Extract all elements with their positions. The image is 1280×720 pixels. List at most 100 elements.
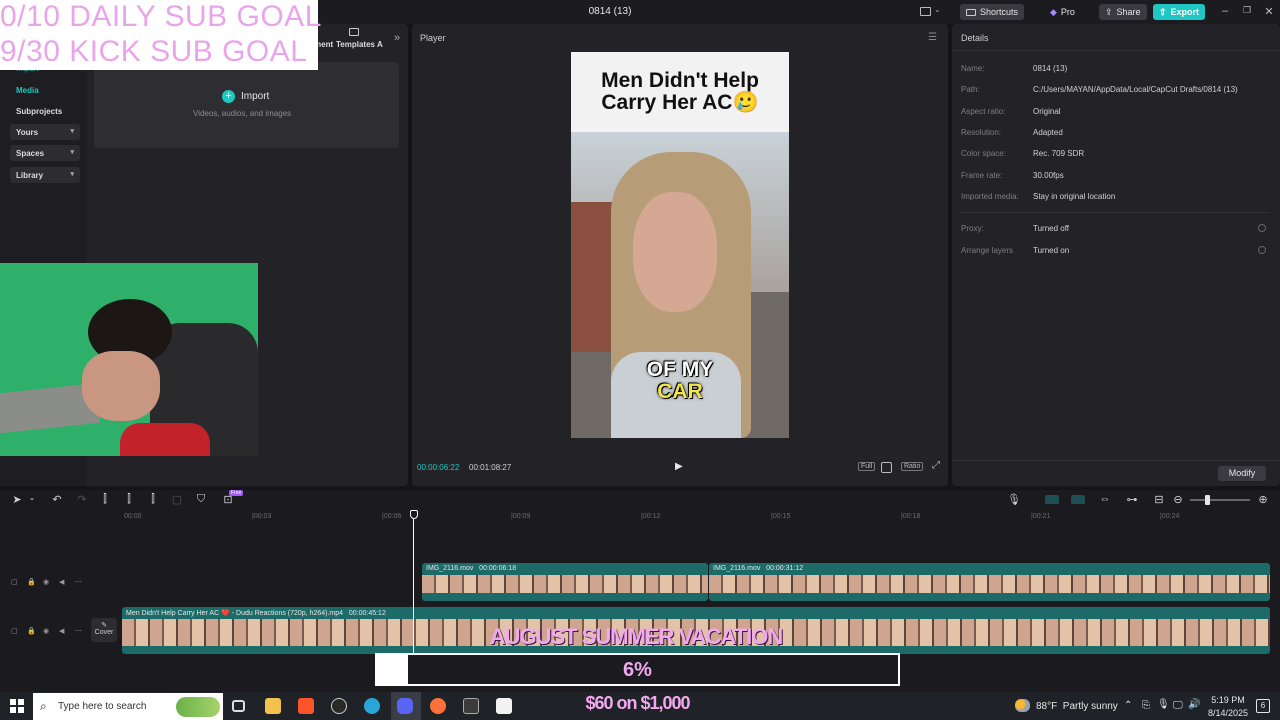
eye-icon[interactable]: ◉ bbox=[43, 627, 49, 635]
select-pointer-icon[interactable]: ➤ bbox=[10, 493, 24, 506]
microphone-icon[interactable]: 🎙 bbox=[1007, 493, 1021, 506]
detail-label: Color space: bbox=[961, 149, 1006, 158]
snapshot-icon[interactable] bbox=[881, 462, 892, 473]
sidebar-item-label: Yours bbox=[16, 127, 39, 137]
brave-icon[interactable] bbox=[298, 698, 314, 714]
chevron-up-icon[interactable]: ⌃ bbox=[1124, 700, 1132, 711]
microphone-icon[interactable]: 🎙 bbox=[1157, 699, 1170, 710]
undo-icon[interactable]: ↶ bbox=[50, 493, 64, 506]
split-right-icon[interactable]: ⫿ bbox=[146, 493, 160, 506]
pro-button[interactable]: ◆ Pro bbox=[1044, 4, 1081, 20]
fit-icon[interactable]: ⊟ bbox=[1152, 493, 1166, 506]
marker-icon[interactable]: ⛉ bbox=[194, 493, 208, 506]
zoom-slider-handle[interactable] bbox=[1205, 495, 1210, 505]
full-button[interactable]: Full bbox=[858, 462, 876, 471]
modify-button[interactable]: Modify bbox=[1218, 466, 1266, 481]
detail-label: Proxy: bbox=[961, 224, 984, 233]
weather-text[interactable]: 88°F Partly sunny bbox=[1036, 701, 1118, 712]
progress-bar-fill bbox=[377, 655, 408, 684]
caption-line2: CAR bbox=[657, 380, 703, 403]
clock-time[interactable]: 5:19 PM bbox=[1208, 695, 1248, 705]
more-icon[interactable]: ⋯ bbox=[75, 627, 82, 635]
weather-icon[interactable] bbox=[1015, 699, 1030, 712]
info-icon[interactable] bbox=[1258, 246, 1266, 254]
sidebar-item-library[interactable]: Library ▾ bbox=[10, 167, 80, 183]
redo-icon[interactable]: ↷ bbox=[75, 493, 89, 506]
detail-label: Frame rate: bbox=[961, 171, 1003, 180]
sidebar-item-label: Library bbox=[16, 170, 44, 180]
delete-icon[interactable]: ▢ bbox=[170, 493, 184, 506]
start-icon[interactable] bbox=[10, 699, 24, 713]
volume-icon[interactable]: 🔊 bbox=[1188, 699, 1200, 710]
restore-icon[interactable]: ❐ bbox=[1240, 5, 1254, 16]
capcut-icon[interactable] bbox=[496, 698, 512, 714]
play-icon[interactable]: ▶ bbox=[675, 461, 683, 472]
ruler-tick: |00:15 bbox=[771, 513, 791, 520]
menu-icon[interactable]: ☰ bbox=[928, 32, 937, 43]
video-title-text: Men Didn't Help Carry Her AC🥲 bbox=[601, 69, 759, 114]
shortcuts-button[interactable]: Shortcuts bbox=[960, 4, 1025, 20]
progress-banner: AUGUST SUMMER VACATION bbox=[489, 624, 784, 649]
more-icon[interactable]: ⋯ bbox=[75, 578, 82, 586]
lock-icon[interactable]: 🔒 bbox=[27, 578, 36, 586]
detail-value: Turned off bbox=[1033, 224, 1070, 233]
audio-icon[interactable]: ◀ bbox=[59, 578, 64, 586]
track-lock-icon[interactable]: ▢ bbox=[11, 578, 18, 586]
sidebar-item-label: Subprojects bbox=[16, 106, 63, 116]
obs-icon[interactable] bbox=[463, 698, 479, 714]
detail-value: Original bbox=[1033, 107, 1061, 116]
lock-icon[interactable]: 🔒 bbox=[27, 627, 36, 635]
sidebar-item-subprojects[interactable]: Subprojects bbox=[10, 103, 80, 119]
chevron-down-icon[interactable]: ⌄ bbox=[934, 5, 941, 14]
cover-button[interactable]: ✎ Cover bbox=[91, 618, 117, 642]
plus-icon: + bbox=[222, 90, 235, 103]
discord-icon[interactable] bbox=[397, 698, 413, 714]
split-icon[interactable]: ⫿ bbox=[98, 493, 112, 506]
video-preview[interactable]: Men Didn't Help Carry Her AC🥲 OF MY CAR bbox=[571, 52, 789, 438]
usb-icon[interactable]: ⎘ bbox=[1142, 700, 1150, 711]
magnet-toggle-icon[interactable] bbox=[1071, 495, 1085, 504]
edge-icon[interactable] bbox=[364, 698, 380, 714]
task-view-icon[interactable] bbox=[232, 700, 245, 712]
fullscreen-icon[interactable]: ⤢ bbox=[932, 460, 940, 471]
import-dropzone[interactable] bbox=[94, 62, 399, 148]
timeline-clip[interactable]: IMG_2116.mov 00:00:31:12 bbox=[709, 563, 1270, 601]
sidebar-item-media[interactable]: Media bbox=[10, 82, 80, 98]
notification-icon[interactable]: 6 bbox=[1256, 699, 1270, 713]
link-icon[interactable]: ⇔ bbox=[1098, 493, 1112, 505]
tab-templates[interactable]: Templates bbox=[336, 40, 375, 49]
search-placeholder: Type here to search bbox=[58, 701, 147, 712]
eye-icon[interactable]: ◉ bbox=[43, 578, 49, 586]
clock-date[interactable]: 8/14/2025 bbox=[1204, 708, 1252, 718]
zoom-slider[interactable] bbox=[1190, 499, 1250, 501]
ratio-button[interactable]: Ratio bbox=[901, 462, 924, 471]
firefox-icon[interactable] bbox=[430, 698, 446, 714]
ruler-tick: 00:00 bbox=[124, 513, 142, 520]
sidebar-item-spaces[interactable]: Spaces ▾ bbox=[10, 145, 80, 161]
link-toggle-icon[interactable] bbox=[1045, 495, 1059, 504]
caption-line1: OF MY bbox=[646, 358, 714, 381]
chatgpt-icon[interactable] bbox=[331, 698, 347, 714]
file-explorer-icon[interactable] bbox=[265, 698, 281, 714]
progress-percent: 6% bbox=[623, 659, 652, 681]
timeline-clip[interactable]: IMG_2116.mov 00:00:06:18 bbox=[422, 563, 708, 601]
expand-tabs-icon[interactable]: » bbox=[394, 32, 400, 44]
clip-label: IMG_2116.mov 00:00:06:18 bbox=[426, 565, 517, 572]
split-left-icon[interactable]: ⫿ bbox=[122, 493, 136, 506]
zoom-in-icon[interactable]: ⊕ bbox=[1256, 493, 1270, 506]
track-lock-icon[interactable]: ▢ bbox=[11, 627, 18, 635]
close-icon[interactable]: ✕ bbox=[1262, 5, 1276, 18]
tab-text[interactable]: A bbox=[377, 40, 383, 49]
chevron-down-icon[interactable]: ⌄ bbox=[25, 493, 39, 502]
playhead-handle[interactable] bbox=[410, 510, 418, 519]
info-icon[interactable] bbox=[1258, 224, 1266, 232]
network-icon[interactable]: 🖵 bbox=[1173, 700, 1183, 711]
share-button[interactable]: ⇪ Share bbox=[1099, 4, 1147, 20]
export-button[interactable]: ⇧ Export bbox=[1153, 4, 1206, 20]
layout-icon[interactable] bbox=[920, 7, 931, 16]
audio-icon[interactable]: ◀ bbox=[59, 627, 64, 635]
sidebar-item-yours[interactable]: Yours ▾ bbox=[10, 124, 80, 140]
minimize-icon[interactable]: – bbox=[1218, 5, 1232, 17]
preview-axis-icon[interactable]: ⊶ bbox=[1125, 493, 1139, 506]
zoom-out-icon[interactable]: ⊖ bbox=[1171, 493, 1185, 506]
